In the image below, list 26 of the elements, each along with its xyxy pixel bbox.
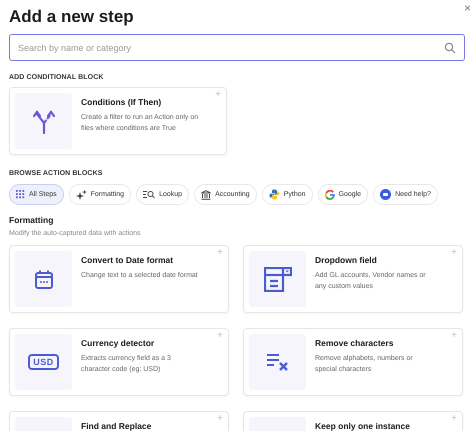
card-title: Find and Replace (81, 421, 152, 431)
currency-icon: USD (28, 354, 59, 370)
action-card[interactable]: Keep only one instance + (243, 411, 463, 431)
bank-icon (201, 190, 212, 200)
card-title: Keep only one instance (315, 421, 411, 431)
action-card[interactable]: Find and Replace + (9, 411, 229, 431)
grid-icon (16, 190, 25, 199)
search-field[interactable]: Search by name or category (9, 34, 465, 61)
dropdown-icon (264, 266, 292, 292)
section-title: Formatting (9, 215, 54, 225)
chat-icon (380, 189, 392, 200)
dialog-title: Add a new step (9, 7, 134, 27)
search-icon (444, 42, 456, 54)
card-title: Conditions (If Then) (81, 97, 162, 107)
close-button[interactable]: × (464, 2, 471, 14)
google-icon (324, 190, 334, 200)
card-title: Remove characters (315, 338, 394, 348)
branch-icon (32, 108, 54, 134)
python-icon (268, 189, 280, 200)
card-title: Currency detector (81, 338, 156, 348)
card-title: Convert to Date format (81, 255, 174, 265)
card-title: Dropdown field (315, 255, 378, 265)
calendar-icon (34, 270, 52, 288)
sparkle-icon (76, 190, 87, 200)
remove-text-icon (266, 354, 288, 370)
lookup-icon (143, 190, 156, 199)
